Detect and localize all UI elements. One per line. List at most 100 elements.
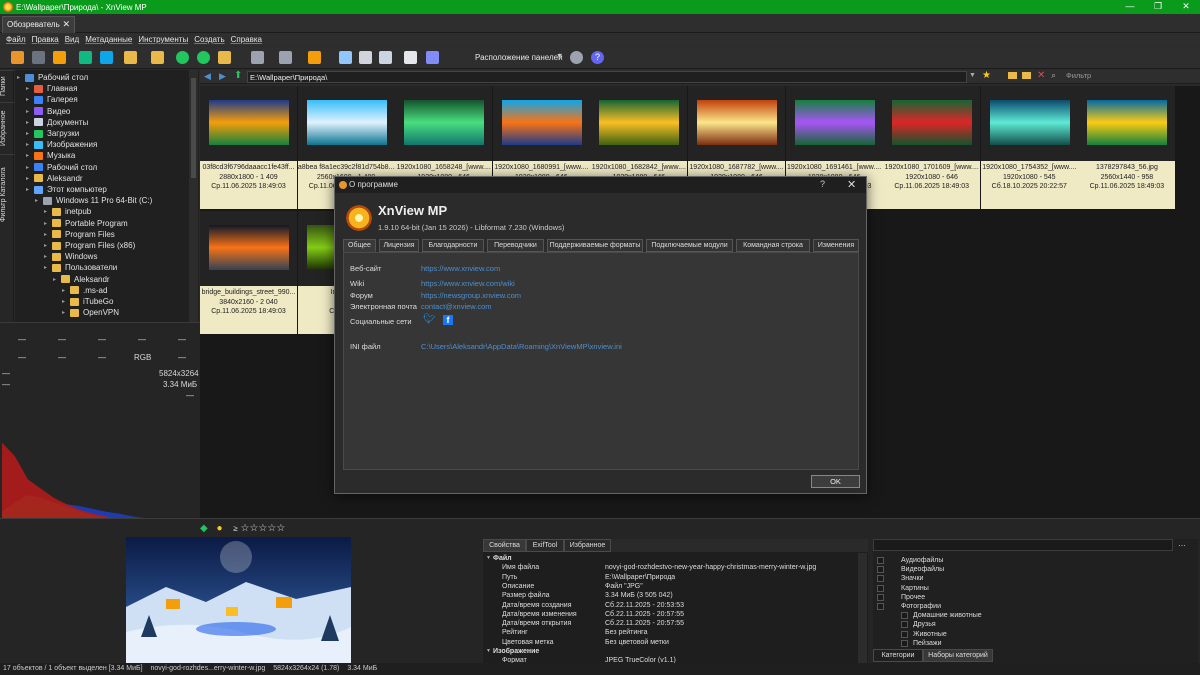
tree-item[interactable]: ▸ OpenVPN bbox=[62, 307, 119, 318]
category-search-input[interactable] bbox=[873, 539, 1173, 551]
tree-item[interactable]: ▸ Изображения bbox=[26, 139, 97, 150]
category-item[interactable]: Аудиофайлы bbox=[877, 556, 943, 565]
property-section[interactable]: ▼ Изображение bbox=[483, 647, 858, 656]
dialog-tab-command-line[interactable]: Командная строка bbox=[736, 239, 810, 252]
expand-arrow-icon[interactable]: ▸ bbox=[62, 298, 70, 305]
folder-icon[interactable] bbox=[1008, 72, 1017, 79]
expand-arrow-icon[interactable]: ▸ bbox=[44, 253, 52, 260]
tree-item[interactable]: ▸ inetpub bbox=[44, 206, 91, 217]
facebook-icon[interactable]: f bbox=[443, 315, 453, 325]
copy-to-icon[interactable] bbox=[79, 51, 92, 64]
tag-icon[interactable]: ◆ bbox=[200, 523, 208, 534]
category-checkbox[interactable] bbox=[901, 639, 908, 647]
forum-link[interactable]: https://newsgroup.xnview.com bbox=[421, 291, 521, 300]
category-item[interactable]: Видеофайлы bbox=[877, 565, 944, 574]
thumbnail-image[interactable] bbox=[209, 225, 289, 270]
tree-scrollbar[interactable] bbox=[189, 70, 198, 322]
move-to-icon[interactable] bbox=[100, 51, 113, 64]
category-checkbox[interactable] bbox=[877, 593, 884, 601]
category-item[interactable]: Пейзажи bbox=[901, 639, 942, 648]
thumbnail-item[interactable]: bridge_buildings_street_990... 3840x2160 … bbox=[200, 211, 297, 334]
more-options-icon[interactable]: … bbox=[1178, 539, 1186, 548]
rating-star-icon[interactable]: ☆ bbox=[267, 523, 276, 534]
dialog-tab-thanks[interactable]: Благодарности bbox=[422, 239, 484, 252]
tree-item[interactable]: ▸ Видео bbox=[26, 106, 70, 117]
expand-arrow-icon[interactable]: ▸ bbox=[44, 220, 52, 227]
expand-arrow-icon[interactable]: ▸ bbox=[26, 96, 34, 103]
tree-item[interactable]: ▸ .ms-ad bbox=[62, 285, 107, 296]
dialog-tab-plugins[interactable]: Подключаемые модули bbox=[646, 239, 733, 252]
dialog-tab-changes[interactable]: Изменения bbox=[813, 239, 859, 252]
thumbnail-image[interactable] bbox=[794, 100, 875, 145]
forward-arrow-icon[interactable]: ▶ bbox=[219, 71, 226, 82]
tree-item[interactable]: ▸ Рабочий стол bbox=[26, 162, 97, 173]
expand-arrow-icon[interactable]: ▸ bbox=[62, 309, 70, 316]
category-checkbox[interactable] bbox=[877, 584, 884, 592]
panel-layout-dropdown[interactable]: Расположение панелей bbox=[475, 53, 563, 62]
favorite-star-icon[interactable]: ★ bbox=[982, 70, 991, 81]
menu-edit[interactable]: Правка bbox=[32, 35, 59, 44]
label-icon[interactable]: ● bbox=[216, 523, 222, 534]
thumbnail-item[interactable]: 1378297843_56.jpg 2560x1440 - 958 Ср.11.06… bbox=[1078, 86, 1176, 209]
category-item[interactable]: Фотографии bbox=[877, 602, 941, 611]
filter-input[interactable]: Фильтр bbox=[1066, 71, 1200, 83]
tree-item[interactable]: ▸ Рабочий стол bbox=[17, 72, 88, 83]
expand-arrow-icon[interactable]: ▸ bbox=[26, 175, 34, 182]
menu-tools[interactable]: Инструменты bbox=[138, 35, 188, 44]
contact-sheet-icon[interactable] bbox=[379, 51, 392, 64]
expand-arrow-icon[interactable]: ▸ bbox=[26, 164, 34, 171]
expand-arrow-icon[interactable]: ▸ bbox=[26, 119, 34, 126]
expand-arrow-icon[interactable]: ▸ bbox=[44, 231, 52, 238]
category-checkbox[interactable] bbox=[901, 621, 908, 629]
compare-icon[interactable] bbox=[359, 51, 372, 64]
expand-arrow-icon[interactable]: ▸ bbox=[44, 264, 52, 271]
tree-item[interactable]: ▸ Загрузки bbox=[26, 128, 79, 139]
collapse-arrow-icon[interactable]: ▼ bbox=[486, 554, 491, 563]
menu-metadata[interactable]: Метаданные bbox=[85, 35, 132, 44]
expand-arrow-icon[interactable]: ▸ bbox=[35, 197, 43, 204]
category-checkbox[interactable] bbox=[877, 575, 884, 583]
thumbnail-image[interactable] bbox=[1087, 100, 1168, 145]
thumbnail-image[interactable] bbox=[209, 100, 289, 145]
minimize-button[interactable]: — bbox=[1116, 0, 1144, 14]
up-arrow-icon[interactable]: ⬆ bbox=[234, 70, 242, 81]
expand-arrow-icon[interactable]: ▸ bbox=[26, 130, 34, 137]
thumbnail-image[interactable] bbox=[306, 100, 387, 145]
thumbnail-image[interactable] bbox=[404, 100, 485, 145]
open-icon[interactable] bbox=[11, 51, 24, 64]
dialog-help-icon[interactable]: ? bbox=[820, 179, 825, 189]
ok-button[interactable]: OK bbox=[811, 475, 860, 488]
dialog-tab-formats[interactable]: Поддерживаемые форматы bbox=[547, 239, 643, 252]
side-tab-folders[interactable]: Папки bbox=[0, 70, 14, 102]
side-tab-catalog-filter[interactable]: Фильтр Каталога bbox=[0, 154, 14, 234]
tree-item[interactable]: ▸ Windows bbox=[44, 251, 97, 262]
category-item[interactable]: Значки bbox=[877, 574, 923, 583]
close-window-button[interactable]: ✕ bbox=[1172, 0, 1200, 14]
dialog-tab-translators[interactable]: Переводчики bbox=[487, 239, 544, 252]
twitter-icon[interactable]: 🐦︎ bbox=[423, 314, 436, 325]
tree-item[interactable]: ▸ Program Files (x86) bbox=[44, 240, 135, 251]
maximize-button[interactable]: ❐ bbox=[1144, 0, 1172, 14]
tab-favorites[interactable]: Избранное bbox=[564, 539, 611, 552]
thumbnail-item[interactable]: 1920x1080_1754352_[www.... 1920x1080 - 54… bbox=[980, 86, 1078, 209]
tab-properties[interactable]: Свойства bbox=[483, 539, 526, 552]
dialog-close-icon[interactable]: ✕ bbox=[847, 178, 856, 191]
expand-arrow-icon[interactable]: ▸ bbox=[44, 208, 52, 215]
dialog-tab-license[interactable]: Лицензия bbox=[379, 239, 419, 252]
folder-move-icon[interactable] bbox=[151, 51, 164, 64]
category-checkbox[interactable] bbox=[901, 630, 908, 638]
tab-categories[interactable]: Категории bbox=[873, 649, 923, 662]
capture-icon[interactable] bbox=[339, 51, 352, 64]
scan-icon[interactable] bbox=[426, 51, 439, 64]
close-tab-icon[interactable]: ✕ bbox=[62, 19, 70, 30]
tree-item[interactable]: ▸ Галерея bbox=[26, 94, 78, 105]
category-item[interactable]: Домашние животные bbox=[901, 611, 982, 620]
category-item[interactable]: Друзья bbox=[901, 620, 936, 629]
tree-item[interactable]: ▸ Aleksandr bbox=[26, 173, 83, 184]
folder-add-icon[interactable] bbox=[1022, 72, 1031, 79]
rotate-left-icon[interactable] bbox=[176, 51, 189, 64]
expand-arrow-icon[interactable]: ▸ bbox=[17, 74, 25, 81]
folder-copy-icon[interactable] bbox=[124, 51, 137, 64]
properties-scrollbar[interactable] bbox=[858, 553, 867, 663]
help-icon[interactable]: ? bbox=[591, 51, 604, 64]
